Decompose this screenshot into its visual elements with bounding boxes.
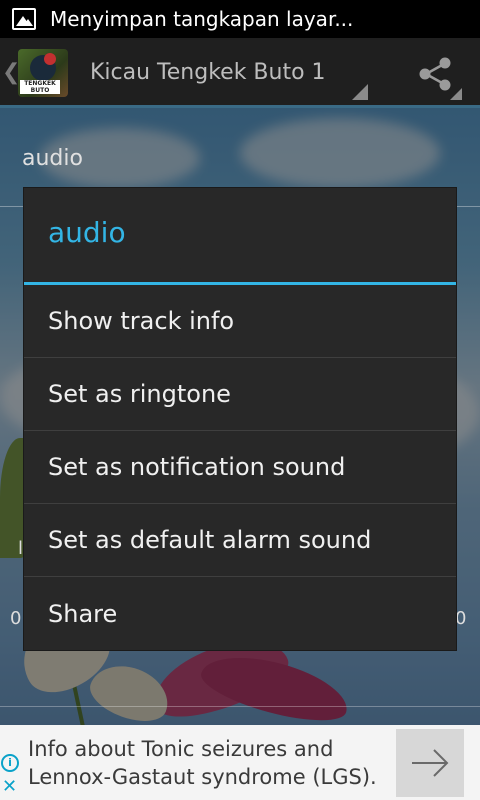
arrow-right-icon	[412, 749, 449, 777]
background-left-time: 0	[10, 608, 22, 629]
menu-item-set-as-ringtone[interactable]: Set as ringtone	[24, 358, 456, 431]
action-bar: ❮ TENGKEK BUTO Kicau Tengkek Buto 1	[0, 38, 480, 108]
background-right-time: 0	[455, 608, 467, 629]
image-icon	[12, 8, 36, 30]
dialog-title: audio	[48, 216, 126, 249]
background-bottom-divider	[0, 706, 480, 707]
app-icon-badge: TENGKEK BUTO	[20, 80, 60, 94]
info-icon[interactable]: i	[1, 754, 19, 772]
menu-item-set-as-default-alarm-sound[interactable]: Set as default alarm sound	[24, 504, 456, 577]
ad-text-line-2[interactable]: Lennox-Gastaut syndrome (LGS).	[28, 765, 377, 789]
menu-item-set-as-notification-sound[interactable]: Set as notification sound	[24, 431, 456, 504]
spinner-indicator	[352, 84, 368, 100]
bird-app-icon[interactable]: TENGKEK BUTO	[18, 49, 68, 97]
ad-text-line-1[interactable]: Info about Tonic seizures and	[28, 737, 333, 761]
status-notification-text: Menyimpan tangkapan layar...	[50, 7, 354, 31]
close-icon[interactable]: ✕	[2, 778, 17, 796]
background-section-label: audio	[22, 146, 83, 171]
overflow-indicator	[450, 88, 462, 100]
title-spinner[interactable]: Kicau Tengkek Buto 1	[90, 60, 326, 85]
menu-item-show-track-info[interactable]: Show track info	[24, 285, 456, 358]
background-left-mark: l	[18, 538, 24, 559]
ad-banner[interactable]: i ✕ Info about Tonic seizures and Lennox…	[0, 725, 480, 800]
menu-item-share[interactable]: Share	[24, 577, 456, 650]
ad-open-button[interactable]	[396, 729, 464, 797]
context-menu-dialog: audio Show track info Set as ringtone Se…	[24, 188, 456, 650]
status-bar: Menyimpan tangkapan layar...	[0, 0, 480, 38]
